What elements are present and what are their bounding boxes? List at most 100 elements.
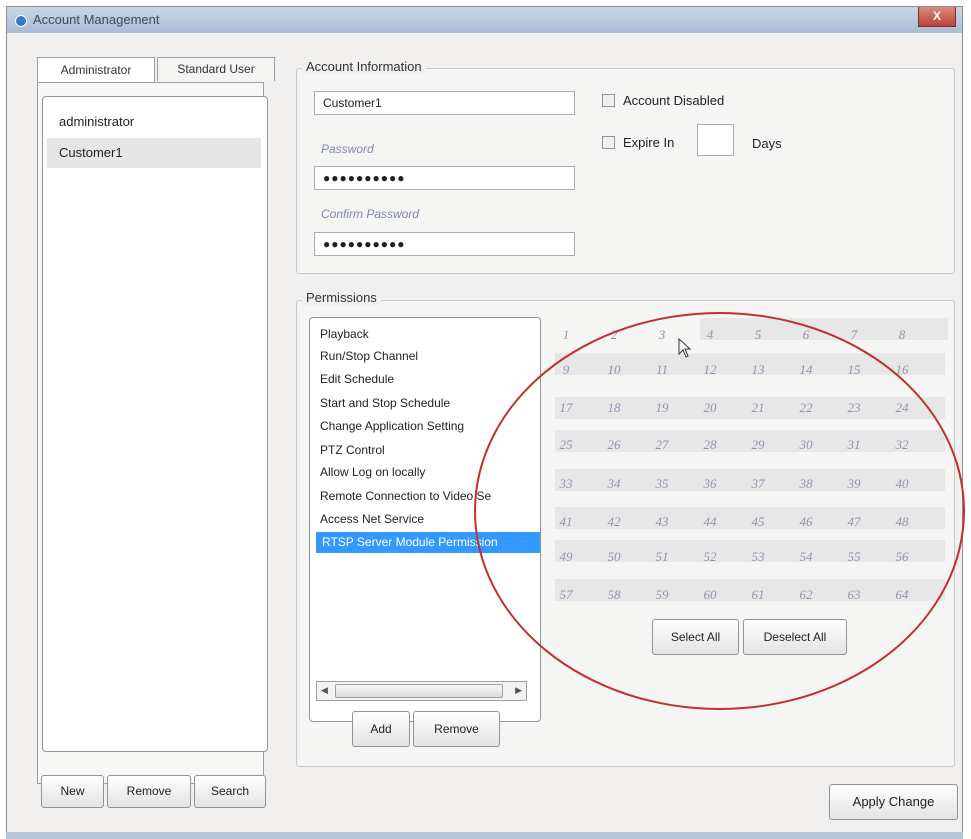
channel-12-checkbox[interactable]: 12 bbox=[687, 362, 733, 378]
confirm-password-field[interactable]: ●●●●●●●●●● bbox=[314, 232, 575, 256]
channel-43-checkbox[interactable]: 43 bbox=[639, 514, 685, 530]
channel-5-checkbox[interactable]: 5 bbox=[735, 327, 781, 343]
channel-55-checkbox[interactable]: 55 bbox=[831, 549, 877, 565]
channel-29-checkbox[interactable]: 29 bbox=[735, 437, 781, 453]
scroll-left-icon[interactable]: ◀ bbox=[321, 685, 328, 696]
permission-item[interactable]: Start and Stop Schedule bbox=[320, 396, 450, 410]
channel-30-checkbox[interactable]: 30 bbox=[783, 437, 829, 453]
permission-item[interactable]: Remote Connection to Video Se bbox=[320, 489, 491, 503]
channel-50-checkbox[interactable]: 50 bbox=[591, 549, 637, 565]
channel-48-checkbox[interactable]: 48 bbox=[879, 514, 925, 530]
permission-list-scrollbar[interactable]: ◀ ▶ bbox=[316, 681, 527, 701]
channel-35-checkbox[interactable]: 35 bbox=[639, 476, 685, 492]
new-user-button[interactable]: New bbox=[41, 775, 104, 808]
user-item-administrator[interactable]: administrator bbox=[47, 107, 261, 137]
apply-change-button[interactable]: Apply Change bbox=[829, 784, 958, 820]
channel-13-checkbox[interactable]: 13 bbox=[735, 362, 781, 378]
permission-item[interactable]: Change Application Setting bbox=[320, 419, 464, 433]
username-field[interactable]: Customer1 bbox=[314, 91, 575, 115]
channel-2-checkbox[interactable]: 2 bbox=[591, 327, 637, 343]
channel-16-checkbox[interactable]: 16 bbox=[879, 362, 925, 378]
permission-list[interactable]: Playback Run/Stop Channel Edit Schedule … bbox=[309, 317, 541, 722]
expire-in-checkbox[interactable] bbox=[602, 136, 615, 149]
channel-33-checkbox[interactable]: 33 bbox=[543, 476, 589, 492]
select-all-button[interactable]: Select All bbox=[652, 619, 739, 655]
channel-31-checkbox[interactable]: 31 bbox=[831, 437, 877, 453]
permission-item[interactable]: Playback bbox=[320, 327, 369, 341]
user-list[interactable]: administrator Customer1 bbox=[42, 96, 268, 752]
channel-54-checkbox[interactable]: 54 bbox=[783, 549, 829, 565]
channel-61-checkbox[interactable]: 61 bbox=[735, 587, 781, 603]
permission-item[interactable]: Access Net Service bbox=[320, 512, 424, 526]
channel-47-checkbox[interactable]: 47 bbox=[831, 514, 877, 530]
channel-11-checkbox[interactable]: 11 bbox=[639, 362, 685, 378]
channel-53-checkbox[interactable]: 53 bbox=[735, 549, 781, 565]
channel-28-checkbox[interactable]: 28 bbox=[687, 437, 733, 453]
channel-46-checkbox[interactable]: 46 bbox=[783, 514, 829, 530]
channel-63-checkbox[interactable]: 63 bbox=[831, 587, 877, 603]
channel-57-checkbox[interactable]: 57 bbox=[543, 587, 589, 603]
channel-17-checkbox[interactable]: 17 bbox=[543, 400, 589, 416]
channel-34-checkbox[interactable]: 34 bbox=[591, 476, 637, 492]
add-permission-button[interactable]: Add bbox=[352, 711, 410, 747]
channel-36-checkbox[interactable]: 36 bbox=[687, 476, 733, 492]
channel-52-checkbox[interactable]: 52 bbox=[687, 549, 733, 565]
permission-item[interactable]: Run/Stop Channel bbox=[320, 349, 418, 363]
channel-7-checkbox[interactable]: 7 bbox=[831, 327, 877, 343]
channel-58-checkbox[interactable]: 58 bbox=[591, 587, 637, 603]
permission-item-selected[interactable]: RTSP Server Module Permission bbox=[316, 532, 540, 553]
channel-8-checkbox[interactable]: 8 bbox=[879, 327, 925, 343]
channel-19-checkbox[interactable]: 19 bbox=[639, 400, 685, 416]
account-disabled-label: Account Disabled bbox=[623, 93, 725, 108]
permission-item[interactable]: Edit Schedule bbox=[320, 372, 394, 386]
permission-item[interactable]: Allow Log on locally bbox=[320, 465, 425, 479]
channel-23-checkbox[interactable]: 23 bbox=[831, 400, 877, 416]
tab-standard-user[interactable]: Standard User bbox=[157, 57, 275, 81]
channel-26-checkbox[interactable]: 26 bbox=[591, 437, 637, 453]
channel-37-checkbox[interactable]: 37 bbox=[735, 476, 781, 492]
password-field[interactable]: ●●●●●●●●●● bbox=[314, 166, 575, 190]
scrollbar-thumb[interactable] bbox=[335, 684, 503, 698]
remove-permission-button[interactable]: Remove bbox=[413, 711, 500, 747]
channel-49-checkbox[interactable]: 49 bbox=[543, 549, 589, 565]
channel-59-checkbox[interactable]: 59 bbox=[639, 587, 685, 603]
channel-4-checkbox[interactable]: 4 bbox=[687, 327, 733, 343]
search-user-button[interactable]: Search bbox=[194, 775, 266, 808]
channel-32-checkbox[interactable]: 32 bbox=[879, 437, 925, 453]
channel-15-checkbox[interactable]: 15 bbox=[831, 362, 877, 378]
channel-14-checkbox[interactable]: 14 bbox=[783, 362, 829, 378]
channel-42-checkbox[interactable]: 42 bbox=[591, 514, 637, 530]
close-button[interactable]: X bbox=[918, 7, 956, 27]
channel-39-checkbox[interactable]: 39 bbox=[831, 476, 877, 492]
scroll-right-icon[interactable]: ▶ bbox=[515, 685, 522, 696]
tab-administrator[interactable]: Administrator bbox=[37, 57, 155, 83]
channel-41-checkbox[interactable]: 41 bbox=[543, 514, 589, 530]
channel-22-checkbox[interactable]: 22 bbox=[783, 400, 829, 416]
channel-62-checkbox[interactable]: 62 bbox=[783, 587, 829, 603]
channel-51-checkbox[interactable]: 51 bbox=[639, 549, 685, 565]
channel-9-checkbox[interactable]: 9 bbox=[543, 362, 589, 378]
channel-38-checkbox[interactable]: 38 bbox=[783, 476, 829, 492]
channel-56-checkbox[interactable]: 56 bbox=[879, 549, 925, 565]
channel-27-checkbox[interactable]: 27 bbox=[639, 437, 685, 453]
channel-64-checkbox[interactable]: 64 bbox=[879, 587, 925, 603]
permission-item[interactable]: PTZ Control bbox=[320, 443, 385, 457]
channel-20-checkbox[interactable]: 20 bbox=[687, 400, 733, 416]
user-item-customer1[interactable]: Customer1 bbox=[47, 138, 261, 168]
title-bar[interactable]: Account Management X bbox=[7, 7, 962, 33]
channel-25-checkbox[interactable]: 25 bbox=[543, 437, 589, 453]
channel-44-checkbox[interactable]: 44 bbox=[687, 514, 733, 530]
channel-45-checkbox[interactable]: 45 bbox=[735, 514, 781, 530]
channel-21-checkbox[interactable]: 21 bbox=[735, 400, 781, 416]
deselect-all-button[interactable]: Deselect All bbox=[743, 619, 847, 655]
channel-24-checkbox[interactable]: 24 bbox=[879, 400, 925, 416]
channel-18-checkbox[interactable]: 18 bbox=[591, 400, 637, 416]
channel-40-checkbox[interactable]: 40 bbox=[879, 476, 925, 492]
channel-6-checkbox[interactable]: 6 bbox=[783, 327, 829, 343]
account-disabled-checkbox[interactable] bbox=[602, 94, 615, 107]
remove-user-button[interactable]: Remove bbox=[107, 775, 191, 808]
channel-10-checkbox[interactable]: 10 bbox=[591, 362, 637, 378]
channel-60-checkbox[interactable]: 60 bbox=[687, 587, 733, 603]
expire-days-input[interactable] bbox=[697, 124, 734, 156]
channel-1-checkbox[interactable]: 1 bbox=[543, 327, 589, 343]
